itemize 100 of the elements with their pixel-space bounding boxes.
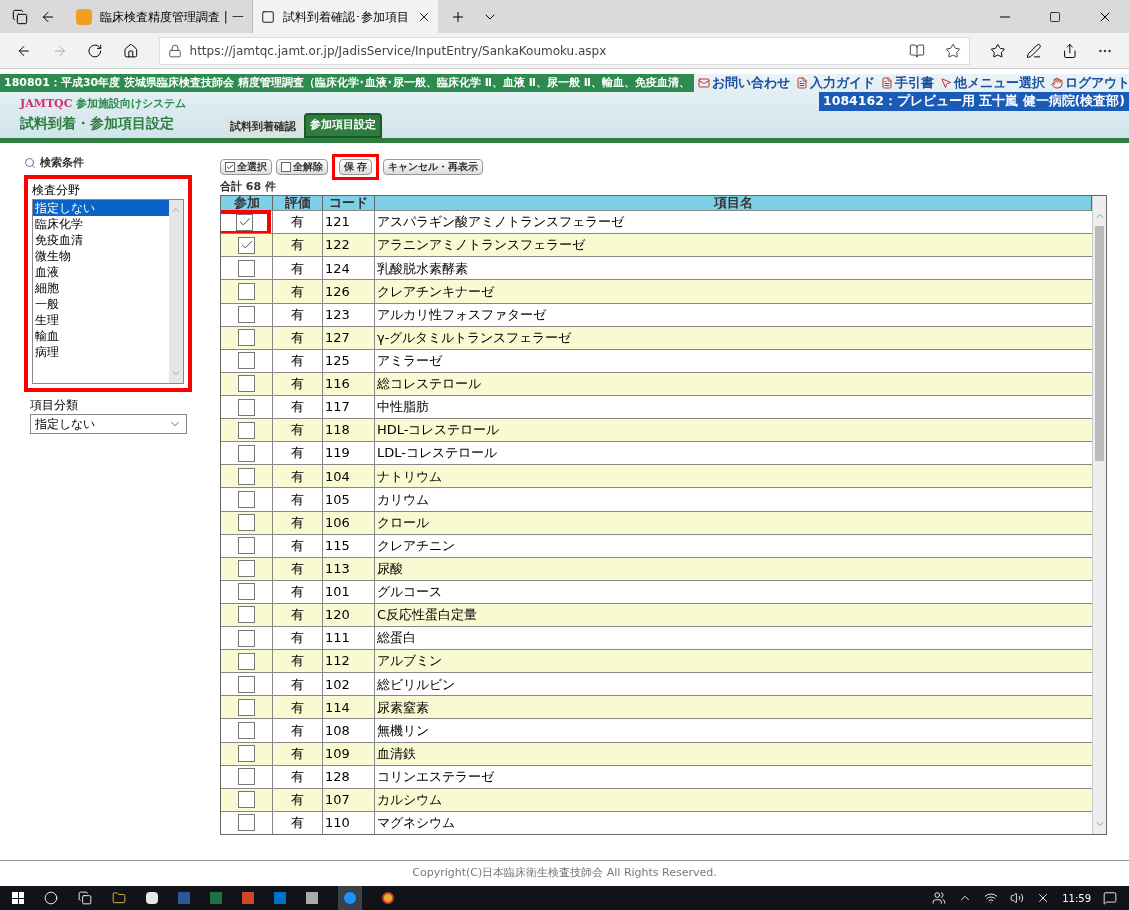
list-option[interactable]: 生理 (33, 312, 169, 328)
checkbox[interactable] (238, 791, 255, 809)
category-listbox[interactable]: 指定しない 臨床化学 免疫血清 微生物 血液 細胞 一般 生理 輸血 病理 (32, 199, 184, 384)
list-option[interactable]: 微生物 (33, 248, 169, 264)
table-cell-text: C反応性蛋白定量 (376, 606, 479, 625)
table-cell: 有 (273, 765, 323, 788)
scroll-thumb[interactable] (1095, 226, 1104, 461)
table-cell: 106 (323, 511, 375, 534)
table-cell-text: アルカリ性フォスファターゼ (376, 305, 547, 324)
toolbar-button[interactable]: 全選択 (220, 158, 272, 175)
clock-text[interactable]: 11:59 (1062, 890, 1091, 906)
field-label: 項目分類 (29, 397, 79, 414)
survey-banner: 180801：平成30年度 茨城県臨床検査技師会 精度管理調査（臨床化学･血液･尿一般、臨床化学 Ⅱ、血液 Ⅱ、尿一般 Ⅱ、輸血、免疫血清、 (0, 74, 695, 92)
header-link[interactable]: 他メニュー選択 (940, 73, 1046, 93)
favorites-list-icon[interactable] (990, 42, 1007, 59)
volume-icon[interactable] (1010, 891, 1025, 905)
table-cell-text: グルコース (376, 583, 443, 602)
folder-icon[interactable] (112, 891, 126, 905)
checkbox[interactable] (238, 329, 255, 347)
checkbox[interactable] (238, 444, 255, 462)
header-link[interactable]: ログアウト (1051, 73, 1129, 93)
header-link[interactable]: お問い合わせ (698, 73, 791, 93)
reading-view-icon[interactable] (909, 42, 926, 59)
notification-icon[interactable] (1103, 891, 1117, 905)
table-cell-text: ナトリウム (376, 467, 443, 486)
list-option[interactable]: 病理 (33, 344, 169, 360)
table-cell: 128 (323, 765, 375, 788)
checkbox[interactable] (238, 537, 255, 555)
page-tab[interactable]: 試料到着確認 (226, 117, 301, 138)
checkbox[interactable] (238, 560, 255, 578)
page-icon (261, 9, 275, 24)
table-cell: 125 (323, 349, 375, 372)
checkbox[interactable] (238, 375, 255, 393)
checkbox[interactable] (238, 606, 255, 624)
table-cell: 110 (323, 811, 375, 834)
toolbar-button[interactable]: キャンセル・再表示 (383, 158, 484, 175)
table-cell: 126 (323, 280, 375, 303)
table-cell: 101 (323, 580, 375, 603)
checkbox[interactable] (238, 675, 255, 693)
toolbar-button[interactable]: 全解除 (276, 158, 328, 175)
table-cell-text: 無機リン (376, 721, 430, 740)
lock-icon (167, 43, 182, 58)
table-cell-text: 総コレステロール (376, 375, 482, 394)
header-link[interactable]: 手引書 (881, 73, 935, 93)
list-option[interactable]: 細胞 (33, 280, 169, 296)
address-field[interactable]: https://jamtqc.jamt.or.jp/JadisService/InputEntry/SankaKoumoku.aspx (158, 36, 971, 65)
page-tab[interactable]: 参加項目設定 (304, 113, 383, 138)
checkbox[interactable] (238, 490, 255, 508)
checkbox[interactable] (238, 583, 255, 601)
checkbox[interactable] (238, 745, 255, 763)
table-cell: 有 (273, 372, 323, 395)
checkbox[interactable] (238, 282, 255, 300)
list-option[interactable]: 指定しない (33, 200, 169, 216)
tab-stack-icon[interactable] (12, 8, 28, 25)
share-icon[interactable] (1061, 42, 1078, 59)
checkbox[interactable] (238, 629, 255, 647)
copyright-text: Copyright(C)日本臨床衛生検査技師会 All Rights Reserved. (412, 865, 717, 882)
link-icon (881, 77, 894, 89)
checkbox[interactable] (238, 306, 255, 324)
task-view-icon[interactable] (78, 891, 92, 905)
scrollbar[interactable] (1092, 196, 1106, 834)
store-app-icon[interactable] (146, 892, 158, 904)
pen-icon[interactable] (1026, 42, 1042, 59)
search-icon[interactable] (44, 891, 58, 905)
list-option[interactable]: 免疫血清 (33, 232, 169, 248)
table-cell: 116 (323, 372, 375, 395)
table-cell-text: コリンエステラーゼ (376, 768, 495, 786)
brand-label: JAMTQC (20, 96, 73, 112)
checkbox[interactable] (238, 259, 255, 277)
home-icon[interactable] (122, 42, 139, 59)
table-cell: 115 (323, 534, 375, 557)
checkbox[interactable] (238, 467, 255, 485)
people-icon[interactable] (932, 891, 947, 905)
list-option[interactable]: 輸血 (33, 328, 169, 344)
favorite-star-icon[interactable] (945, 42, 962, 59)
checkbox[interactable] (238, 421, 255, 439)
checkbox[interactable] (238, 398, 255, 416)
checkbox[interactable] (238, 352, 255, 370)
checkbox[interactable] (238, 698, 255, 716)
checkbox[interactable] (238, 652, 255, 670)
table-cell-text: 中性脂肪 (376, 398, 430, 417)
checkbox[interactable] (238, 236, 255, 254)
list-option[interactable]: 一般 (33, 296, 169, 312)
list-option[interactable]: 血液 (33, 264, 169, 280)
checkbox[interactable] (238, 768, 255, 786)
windows-logo-icon[interactable] (12, 892, 24, 904)
network-icon[interactable] (984, 891, 999, 905)
checkbox[interactable] (236, 213, 253, 231)
checkbox[interactable] (238, 814, 255, 832)
header-link[interactable]: 入力ガイド (796, 73, 876, 93)
refresh-icon[interactable] (87, 42, 103, 59)
checkbox[interactable] (238, 514, 255, 532)
toolbar-button[interactable]: 保 存 (339, 158, 373, 175)
browser-tab[interactable]: 試料到着確認･参加項目 (253, 0, 438, 33)
table-cell-text: アルブミン (376, 652, 443, 671)
checkbox[interactable] (238, 722, 255, 740)
list-option[interactable]: 臨床化学 (33, 216, 169, 232)
restore-icon[interactable] (1049, 10, 1061, 23)
category-dropdown[interactable]: 指定しない (30, 414, 187, 434)
browser-app-icon[interactable] (382, 892, 394, 904)
